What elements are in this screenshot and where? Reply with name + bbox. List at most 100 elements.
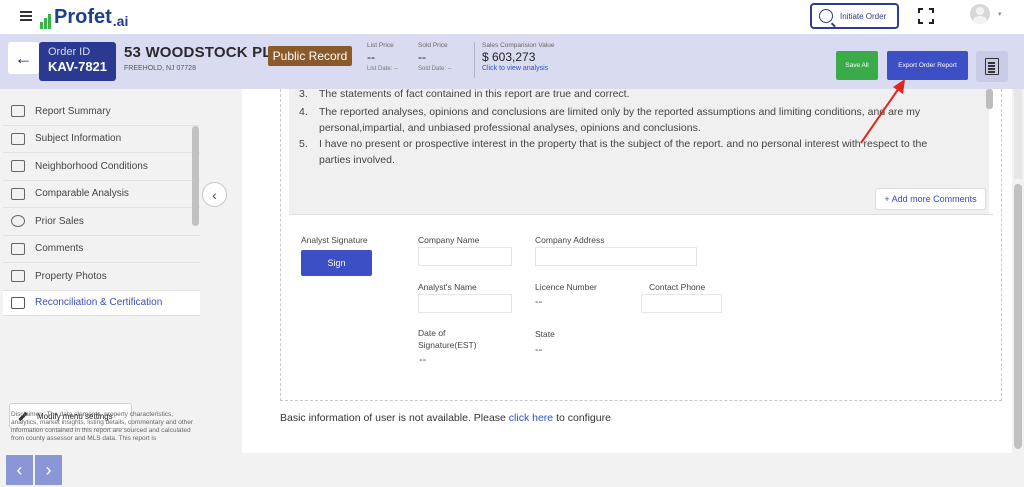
certification-card: 3. The statements of fact contained in t… [242,88,1012,453]
sidebar-item-reconciliation-certification[interactable]: Reconciliation & Certification [3,290,200,316]
statement-text: The statements of fact contained in this… [319,88,630,100]
sidebar-item-label: Report Summary [35,105,111,117]
next-button[interactable]: › [35,455,62,485]
previous-button[interactable]: ‹ [6,455,33,485]
main-content: 3. The statements of fact contained in t… [230,88,1024,487]
public-record-badge: Public Record [268,46,352,66]
property-address: 53 WOODSTOCK PL [124,44,272,61]
contact-phone-field[interactable] [641,294,722,313]
page-navigation: ‹ › [6,455,64,485]
search-icon [819,9,833,23]
statement-number: 4. [299,106,308,118]
comment-icon [11,242,25,255]
chevron-down-icon[interactable]: ▾ [998,10,1002,18]
logo-bars-icon [40,11,52,29]
statement-number: 5. [299,138,308,150]
sold-date: Sold Date: -- [418,66,452,72]
certificate-icon [11,296,25,309]
list-price-value: -- [367,50,375,64]
logo-text: Profet [54,6,112,28]
order-header: ← Order ID KAV-7821 53 WOODSTOCK PL FREE… [0,34,1024,89]
sold-price-value: -- [418,50,426,64]
order-id-label: Order ID [48,46,91,58]
sidebar-item-label: Comparable Analysis [35,188,129,200]
list-price-label: List Price [367,42,394,49]
add-more-comments-button[interactable]: + Add more Comments [875,188,986,210]
sidebar-item-label: Reconciliation & Certification [35,297,163,308]
main-scrollbar-track [1014,89,1022,179]
sales-comparison-label: Sales Comparision Value [482,42,555,49]
licence-number-label: Licence Number [535,282,597,292]
company-address-field[interactable] [535,247,697,266]
company-address-label: Company Address [535,235,605,245]
state-value: -- [535,344,543,356]
sidebar-item-label: Neighborhood Conditions [35,160,148,172]
collapse-sidebar-button[interactable]: ‹ [202,182,227,207]
logo[interactable]: Profet .ai [40,6,128,29]
sidebar-item-label: Property Photos [35,270,107,282]
initiate-order-button[interactable]: Initiate Order [810,3,899,29]
analyst-name-field[interactable] [418,294,512,313]
statements-scrollbar[interactable] [986,89,993,109]
fullscreen-icon[interactable] [918,8,934,24]
save-all-button[interactable]: Save All [836,51,878,80]
sidebar-item-label: Prior Sales [35,215,84,227]
analyst-name-label: Analyst's Name [418,282,477,292]
sidebar-item-label: Subject Information [35,133,122,145]
date-of-signature-value: -- [419,354,427,366]
sold-price-stat: Sold Price -- Sold Date: -- [418,42,452,72]
sidebar-item-report-summary[interactable]: Report Summary [3,98,200,126]
state-label: State [535,329,555,339]
date-of-signature-line1: Date of [418,328,446,338]
user-info-suffix: to configure [553,412,611,424]
back-button[interactable]: ← [8,42,39,74]
main-scrollbar[interactable] [1014,184,1022,449]
hamburger-menu-icon[interactable] [20,11,32,21]
sidebar-item-subject-information[interactable]: Subject Information [3,126,200,153]
company-name-label: Company Name [418,235,480,245]
statement-text: The reported analyses, opinions and conc… [319,106,921,134]
statement-item: 4. The reported analyses, opinions and c… [299,104,959,136]
divider [474,42,475,78]
list-date: List Date: -- [367,66,399,72]
sales-comparison-stat: Sales Comparision Value $ 603,273 Click … [482,42,555,72]
compare-icon [11,187,25,200]
document-icon [985,58,999,75]
statement-text: I have no present or prospective interes… [319,138,928,166]
document-button[interactable] [976,51,1008,82]
sidebar-scrollbar[interactable] [192,126,199,226]
certification-section: 3. The statements of fact contained in t… [280,88,1002,401]
sidebar-item-comments[interactable]: Comments [3,236,200,263]
configure-link[interactable]: click here [509,412,553,424]
view-analysis-link[interactable]: Click to view analysis [482,65,555,72]
sidebar-item-prior-sales[interactable]: Prior Sales [3,208,200,236]
licence-number-value: -- [535,296,543,308]
statement-number: 3. [299,88,308,100]
user-avatar[interactable] [970,4,990,24]
sidebar-menu: Report Summary Subject Information Neigh… [3,98,200,316]
order-id-box: Order ID KAV-7821 [39,42,116,81]
sold-price-label: Sold Price [418,42,448,49]
logo-suffix: .ai [112,13,129,29]
order-id: KAV-7821 [48,59,108,74]
statements-area: 3. The statements of fact contained in t… [289,88,993,214]
sales-comparison-value: $ 603,273 [482,50,536,64]
sign-button[interactable]: Sign [301,250,372,276]
report-icon [11,105,25,118]
photo-icon [11,270,25,283]
export-order-report-button[interactable]: Export Order Report [887,51,968,80]
sidebar-item-comparable-analysis[interactable]: Comparable Analysis [3,181,200,208]
company-name-field[interactable] [418,247,512,266]
contact-phone-label: Contact Phone [649,282,706,292]
sidebar-item-neighborhood-conditions[interactable]: Neighborhood Conditions [3,153,200,181]
history-icon [11,215,25,228]
list-price-stat: List Price -- List Date: -- [367,42,398,72]
analyst-signature-label: Analyst Signature [301,235,368,245]
disclaimer: Disclaimer : The data elements, property… [11,411,194,442]
divider [289,214,993,215]
user-info-prefix: Basic information of user is not availab… [280,412,509,424]
neighborhood-icon [11,160,25,173]
property-city: FREEHOLD, NJ 07728 [124,65,196,72]
sidebar-item-property-photos[interactable]: Property Photos [3,263,200,291]
sidebar-item-label: Comments [35,243,84,255]
